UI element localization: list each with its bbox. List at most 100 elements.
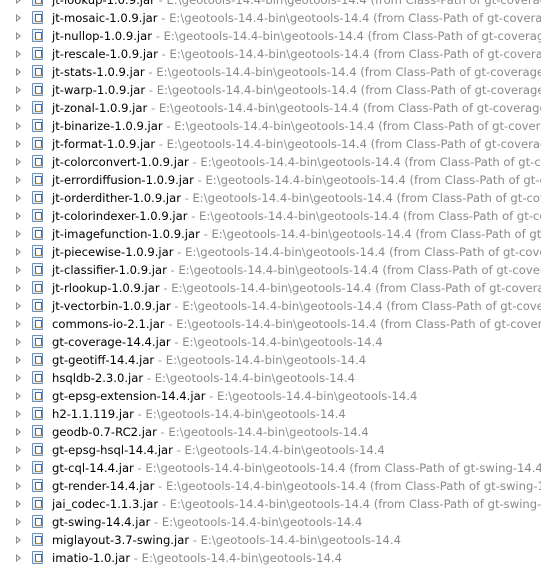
tree-item-text: hsqldb-2.3.0.jar - E:\geotools-14.4-bin\… [52, 369, 355, 387]
tree-item-12[interactable]: jt-orderdither-1.0.9.jar - E:\geotools-1… [0, 189, 541, 207]
separator: - [200, 227, 212, 241]
tree-item-26[interactable]: gt-epsg-hsql-14.4.jar - E:\geotools-14.4… [0, 441, 541, 459]
separator: - [154, 353, 166, 367]
jar-location: E:\geotools-14.4-bin\geotools-14.4 (from… [170, 47, 541, 61]
jar-name: hsqldb-2.3.0.jar [52, 371, 143, 385]
tree-item-31[interactable]: miglayout-3.7-swing.jar - E:\geotools-14… [0, 531, 541, 549]
expand-arrow-icon[interactable] [16, 266, 21, 274]
tree-item-28[interactable]: gt-render-14.4.jar - E:\geotools-14.4-bi… [0, 477, 541, 495]
separator: - [167, 263, 179, 277]
tree-item-32[interactable]: imatio-1.0.jar - E:\geotools-14.4-bin\ge… [0, 549, 541, 567]
tree-item-15[interactable]: jt-piecewise-1.0.9.jar - E:\geotools-14.… [0, 243, 541, 261]
expand-arrow-icon[interactable] [16, 140, 21, 148]
separator: - [165, 317, 177, 331]
tree-item-text: jt-binarize-1.0.9.jar - E:\geotools-14.4… [52, 117, 541, 135]
tree-item-30[interactable]: gt-swing-14.4.jar - E:\geotools-14.4-bin… [0, 513, 541, 531]
expand-arrow-icon[interactable] [16, 104, 21, 112]
tree-item-text: gt-swing-14.4.jar - E:\geotools-14.4-bin… [52, 513, 362, 531]
tree-item-22[interactable]: hsqldb-2.3.0.jar - E:\geotools-14.4-bin\… [0, 369, 541, 387]
expand-arrow-icon[interactable] [16, 212, 21, 220]
expand-arrow-icon[interactable] [16, 68, 21, 76]
separator: - [158, 11, 170, 25]
jar-location: E:\geotools-14.4-bin\geotools-14.4 (from… [176, 317, 541, 331]
expand-arrow-icon[interactable] [16, 86, 21, 94]
expand-arrow-icon[interactable] [16, 392, 21, 400]
jar-name: jt-orderdither-1.0.9.jar [52, 191, 181, 205]
tree-item-18[interactable]: jt-vectorbin-1.0.9.jar - E:\geotools-14.… [0, 297, 541, 315]
tree-item-16[interactable]: jt-classifier-1.0.9.jar - E:\geotools-14… [0, 261, 541, 279]
tree-item-text: gt-coverage-14.4.jar - E:\geotools-14.4-… [52, 333, 383, 351]
expand-arrow-icon[interactable] [16, 158, 21, 166]
tree-item-text: jt-rescale-1.0.9.jar - E:\geotools-14.4-… [52, 45, 541, 63]
tree-item-25[interactable]: geodb-0.7-RC2.jar - E:\geotools-14.4-bin… [0, 423, 541, 441]
jar-file-icon [32, 281, 43, 294]
expand-arrow-icon[interactable] [16, 500, 21, 508]
tree-item-11[interactable]: jt-errordiffusion-1.0.9.jar - E:\geotool… [0, 171, 541, 189]
expand-arrow-icon[interactable] [16, 428, 21, 436]
tree-item-7[interactable]: jt-zonal-1.0.9.jar - E:\geotools-14.4-bi… [0, 99, 541, 117]
tree-item-5[interactable]: jt-stats-1.0.9.jar - E:\geotools-14.4-bi… [0, 63, 541, 81]
expand-arrow-icon[interactable] [16, 0, 21, 4]
tree-item-23[interactable]: gt-epsg-extension-14.4.jar - E:\geotools… [0, 387, 541, 405]
jar-location: E:\geotools-14.4-bin\geotools-14.4 (from… [211, 227, 541, 241]
separator: - [189, 155, 201, 169]
expand-arrow-icon[interactable] [16, 230, 21, 238]
tree-item-17[interactable]: jt-rlookup-1.0.9.jar - E:\geotools-14.4-… [0, 279, 541, 297]
tree-item-21[interactable]: gt-geotiff-14.4.jar - E:\geotools-14.4-b… [0, 351, 541, 369]
jar-file-icon [32, 389, 43, 402]
tree-rows: jt-lookup-1.0.9.jar - E:\geotools-14.4-b… [0, 0, 541, 567]
tree-item-27[interactable]: gt-cql-14.4.jar - E:\geotools-14.4-bin\g… [0, 459, 541, 477]
expand-arrow-icon[interactable] [16, 194, 21, 202]
tree-item-19[interactable]: commons-io-2.1.jar - E:\geotools-14.4-bi… [0, 315, 541, 333]
tree-item-13[interactable]: jt-colorindexer-1.0.9.jar - E:\geotools-… [0, 207, 541, 225]
tree-item-20[interactable]: gt-coverage-14.4.jar - E:\geotools-14.4-… [0, 333, 541, 351]
expand-arrow-icon[interactable] [16, 446, 21, 454]
tree-item-8[interactable]: jt-binarize-1.0.9.jar - E:\geotools-14.4… [0, 117, 541, 135]
jar-file-icon [32, 101, 43, 114]
tree-item-29[interactable]: jai_codec-1.1.3.jar - E:\geotools-14.4-b… [0, 495, 541, 513]
expand-arrow-icon[interactable] [16, 302, 21, 310]
jar-name: jt-zonal-1.0.9.jar [52, 101, 147, 115]
expand-arrow-icon[interactable] [16, 518, 21, 526]
jar-file-icon [32, 137, 43, 150]
tree-item-14[interactable]: jt-imagefunction-1.0.9.jar - E:\geotools… [0, 225, 541, 243]
tree-item-text: jt-stats-1.0.9.jar - E:\geotools-14.4-bi… [52, 63, 541, 81]
expand-arrow-icon[interactable] [16, 482, 21, 490]
jar-name: jt-imagefunction-1.0.9.jar [52, 227, 200, 241]
tree-item-9[interactable]: jt-format-1.0.9.jar - E:\geotools-14.4-b… [0, 135, 541, 153]
tree-item-text: jt-classifier-1.0.9.jar - E:\geotools-14… [52, 261, 541, 279]
jar-name: jt-nullop-1.0.9.jar [52, 29, 152, 43]
expand-arrow-icon[interactable] [16, 14, 21, 22]
tree-item-text: geodb-0.7-RC2.jar - E:\geotools-14.4-bin… [52, 423, 369, 441]
expand-arrow-icon[interactable] [16, 374, 21, 382]
tree-item-3[interactable]: jt-nullop-1.0.9.jar - E:\geotools-14.4-b… [0, 27, 541, 45]
expand-arrow-icon[interactable] [16, 410, 21, 418]
expand-arrow-icon[interactable] [16, 122, 21, 130]
tree-item-24[interactable]: h2-1.1.119.jar - E:\geotools-14.4-bin\ge… [0, 405, 541, 423]
expand-arrow-icon[interactable] [16, 32, 21, 40]
tree-item-text: gt-epsg-hsql-14.4.jar - E:\geotools-14.4… [52, 441, 385, 459]
jar-file-icon [32, 29, 43, 42]
separator: - [163, 119, 175, 133]
expand-arrow-icon[interactable] [16, 554, 21, 562]
separator: - [174, 245, 186, 259]
jar-name: jt-vectorbin-1.0.9.jar [52, 299, 171, 313]
expand-arrow-icon[interactable] [16, 464, 21, 472]
tree-item-10[interactable]: jt-colorconvert-1.0.9.jar - E:\geotools-… [0, 153, 541, 171]
expand-arrow-icon[interactable] [16, 50, 21, 58]
tree-item-1[interactable]: jt-lookup-1.0.9.jar - E:\geotools-14.4-b… [0, 0, 541, 9]
tree-item-4[interactable]: jt-rescale-1.0.9.jar - E:\geotools-14.4-… [0, 45, 541, 63]
tree-item-text: gt-cql-14.4.jar - E:\geotools-14.4-bin\g… [52, 459, 541, 477]
expand-arrow-icon[interactable] [16, 248, 21, 256]
expand-arrow-icon[interactable] [16, 320, 21, 328]
expand-arrow-icon[interactable] [16, 284, 21, 292]
jar-location: E:\geotools-14.4-bin\geotools-14.4 [166, 353, 366, 367]
expand-arrow-icon[interactable] [16, 536, 21, 544]
tree-item-2[interactable]: jt-mosaic-1.0.9.jar - E:\geotools-14.4-b… [0, 9, 541, 27]
tree-item-6[interactable]: jt-warp-1.0.9.jar - E:\geotools-14.4-bin… [0, 81, 541, 99]
expand-arrow-icon[interactable] [16, 356, 21, 364]
expand-arrow-icon[interactable] [16, 176, 21, 184]
expand-arrow-icon[interactable] [16, 338, 21, 346]
jar-file-icon [32, 335, 43, 348]
tree-item-text: imatio-1.0.jar - E:\geotools-14.4-bin\ge… [52, 549, 342, 567]
